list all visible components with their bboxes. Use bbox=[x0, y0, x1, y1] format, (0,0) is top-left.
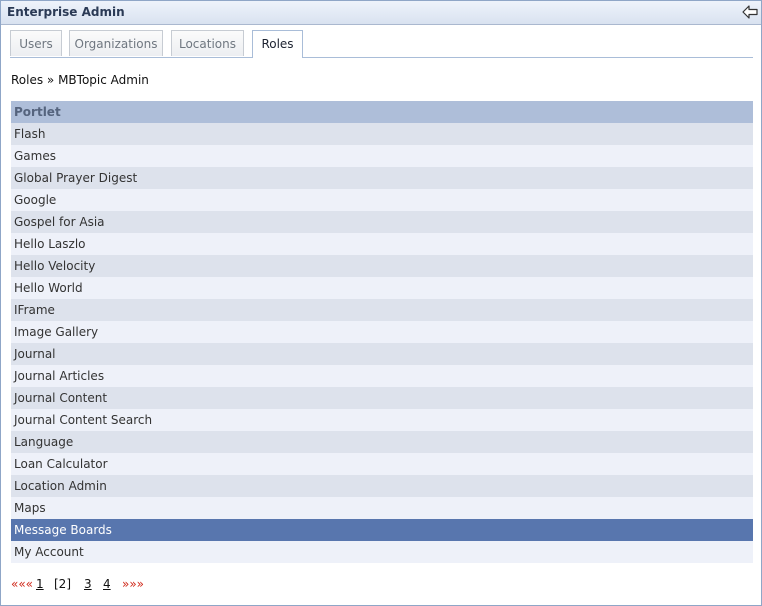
table-row-selected[interactable]: Message Boards bbox=[11, 519, 753, 541]
table-row[interactable]: Maps bbox=[11, 497, 753, 519]
portlet-title: Enterprise Admin bbox=[7, 5, 125, 19]
current-page: [2] bbox=[54, 577, 71, 591]
table-row[interactable]: Google bbox=[11, 189, 753, 211]
table-row[interactable]: Image Gallery bbox=[11, 321, 753, 343]
table-row[interactable]: IFrame bbox=[11, 299, 753, 321]
back-arrow-icon[interactable] bbox=[741, 3, 759, 21]
page-link-1[interactable]: 1 bbox=[36, 577, 44, 591]
table-row[interactable]: Hello Velocity bbox=[11, 255, 753, 277]
enterprise-admin-portlet: Enterprise Admin Users Organizations Loc… bbox=[0, 0, 762, 606]
table-row[interactable]: Journal bbox=[11, 343, 753, 365]
table-row[interactable]: Journal Content bbox=[11, 387, 753, 409]
title-bar: Enterprise Admin bbox=[1, 1, 761, 25]
table-row[interactable]: Gospel for Asia bbox=[11, 211, 753, 233]
table-row[interactable]: Language bbox=[11, 431, 753, 453]
tab-users[interactable]: Users bbox=[10, 30, 62, 56]
tab-organizations[interactable]: Organizations bbox=[69, 30, 163, 56]
breadcrumb: Roles » MBTopic Admin bbox=[11, 73, 149, 87]
tab-roles[interactable]: Roles bbox=[252, 30, 303, 58]
page-link-4[interactable]: 4 bbox=[103, 577, 111, 591]
table-row[interactable]: Journal Articles bbox=[11, 365, 753, 387]
table-row[interactable]: My Account bbox=[11, 541, 753, 563]
table-row[interactable]: Location Admin bbox=[11, 475, 753, 497]
table-row[interactable]: Hello Laszlo bbox=[11, 233, 753, 255]
table-row[interactable]: Journal Content Search bbox=[11, 409, 753, 431]
portlet-table: Portlet Flash Games Global Prayer Digest… bbox=[11, 101, 753, 563]
tab-bar: Users Organizations Locations Roles bbox=[10, 30, 753, 58]
table-row[interactable]: Flash bbox=[11, 123, 753, 145]
table-row[interactable]: Loan Calculator bbox=[11, 453, 753, 475]
last-page-link[interactable]: »»» bbox=[122, 577, 144, 591]
tab-locations[interactable]: Locations bbox=[171, 30, 244, 56]
table-row[interactable]: Global Prayer Digest bbox=[11, 167, 753, 189]
first-page-link[interactable]: ««« bbox=[11, 577, 33, 591]
table-row[interactable]: Games bbox=[11, 145, 753, 167]
page-link-3[interactable]: 3 bbox=[84, 577, 92, 591]
table-header-portlet: Portlet bbox=[11, 101, 753, 123]
table-row[interactable]: Hello World bbox=[11, 277, 753, 299]
